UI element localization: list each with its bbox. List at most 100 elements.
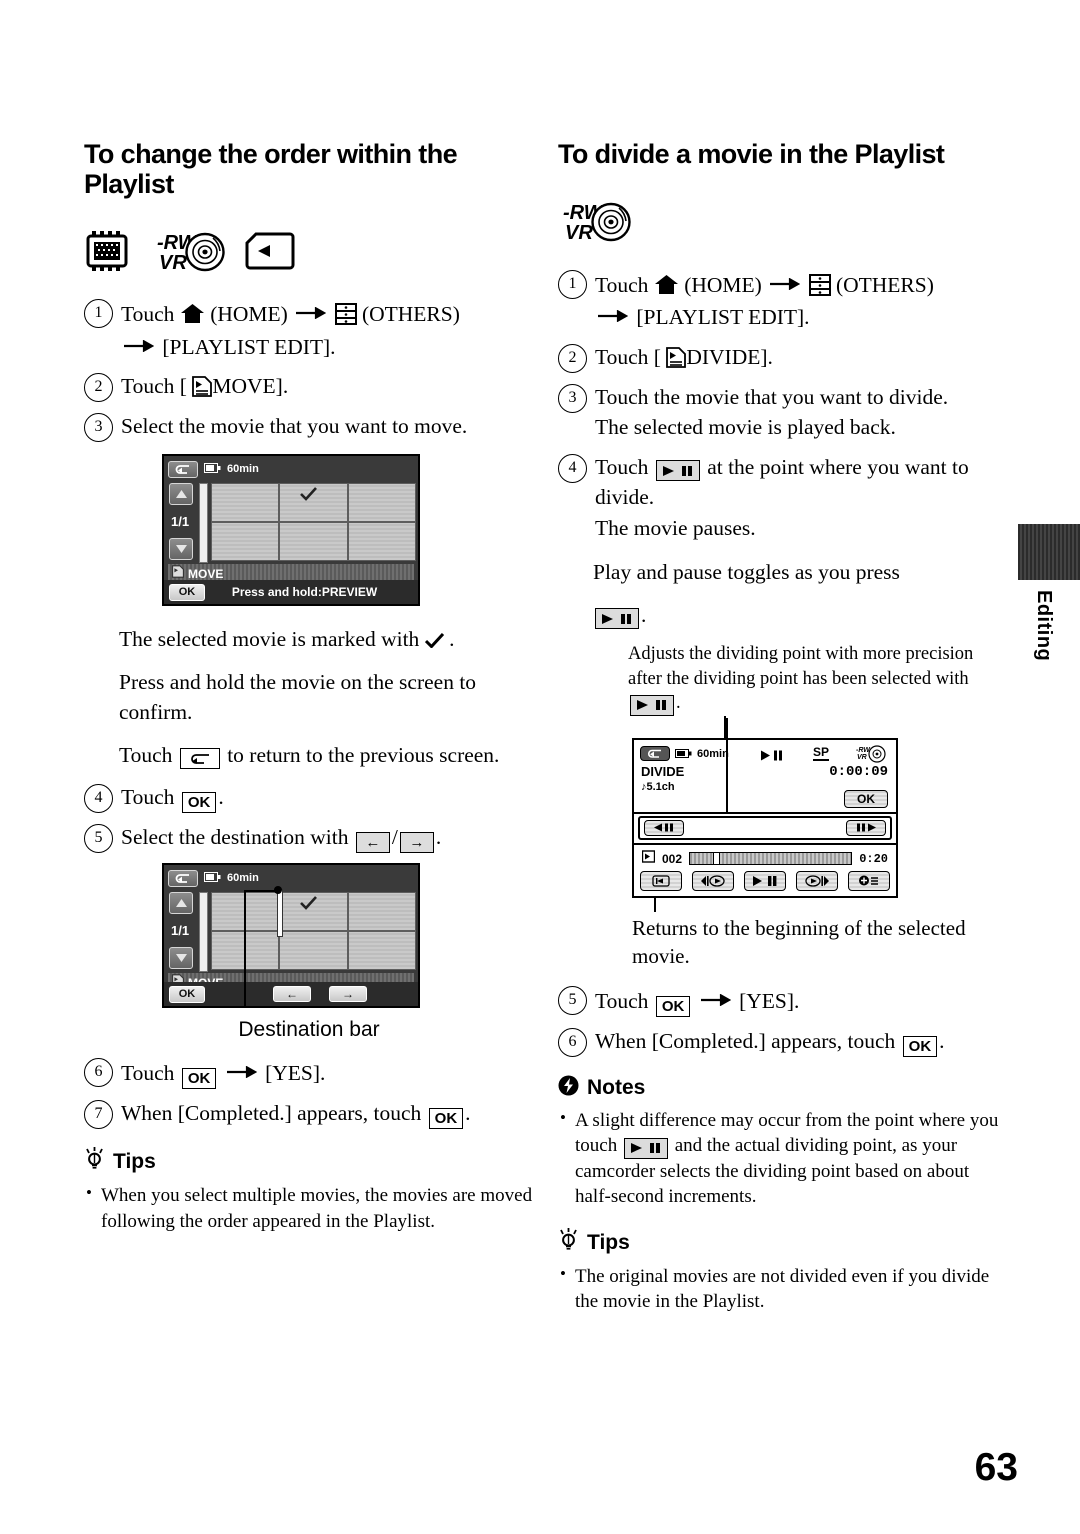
home-icon [654, 273, 684, 297]
dvd-rw-vr-icon: -RW VR [152, 227, 226, 280]
step-number: 5 [558, 985, 587, 1015]
others-icon [808, 273, 836, 297]
svg-text:VR: VR [565, 222, 593, 244]
divide-button-label: DIVIDE [686, 344, 761, 369]
press-hold-para: Press and hold the movie on the screen t… [119, 669, 477, 725]
checkmark-icon [300, 487, 318, 506]
step-number: 2 [558, 343, 587, 373]
timecode: 0:00:09 [829, 763, 888, 780]
return-arrow-icon[interactable] [640, 746, 670, 762]
battery-icon [204, 869, 221, 887]
audio-mode: ♪5.1ch [641, 780, 675, 793]
playlist-doc-icon [187, 374, 213, 398]
frame-forward-button[interactable] [846, 819, 886, 836]
frame-back-button[interactable] [644, 819, 684, 836]
step-5: 5 Select the destination with ← / →. [84, 822, 534, 854]
thumbnail-cell-selected[interactable] [279, 892, 348, 932]
list-item: The original movies are not divided even… [558, 1263, 1008, 1315]
thumbnail-cell[interactable] [347, 522, 416, 562]
move-right-button[interactable]: → [329, 986, 367, 1003]
left-steps-2: 4 Touch OK. 5 Select the destination wit… [84, 782, 534, 854]
ok-key[interactable]: OK [902, 1035, 938, 1057]
thumbnail-cell[interactable] [279, 931, 348, 971]
step-4: 4 Touch at the point where you want to d… [558, 452, 1008, 544]
thumbnail-cell[interactable] [279, 522, 348, 562]
ok-key[interactable]: OK [181, 1068, 217, 1090]
thumbnail-cell[interactable] [211, 483, 280, 523]
play-pause-key[interactable] [595, 608, 639, 630]
move-left-button[interactable]: ← [273, 986, 311, 1003]
previous-button[interactable] [692, 870, 734, 891]
right-steps-2: 5 Touch OK [YES]. 6 When [Completed.] ap… [558, 984, 1008, 1057]
thumbnail-cell[interactable] [347, 892, 416, 932]
duration: 0:20 [859, 851, 888, 866]
home-label: (HOME) [210, 302, 288, 327]
scroll-down-icon[interactable] [169, 947, 193, 970]
step-6: 6 When [Completed.] appears, touch OK. [558, 1026, 1008, 1057]
scrollbar[interactable] [199, 892, 208, 973]
ok-key[interactable]: OK [181, 792, 217, 814]
clip-number: 002 [662, 851, 683, 866]
play-pause-key[interactable] [623, 1137, 668, 1159]
touch-return-para: Touch to return to the previous screen. [84, 740, 534, 771]
play-pause-key[interactable] [630, 694, 674, 716]
memory-card-icon [244, 231, 296, 276]
page-indicator: 1/1 [171, 923, 190, 939]
ok-key[interactable]: OK [655, 995, 691, 1017]
thumbnail-cell-selected[interactable] [279, 483, 348, 523]
ok-button[interactable]: OK [169, 985, 205, 1003]
lcd-screen-divide: 60min DIVIDE ♪5.1ch SP -RW VR 0:00:09 OK [632, 717, 898, 898]
divide-title: DIVIDE [641, 763, 685, 779]
return-key[interactable] [179, 748, 220, 770]
return-arrow-icon[interactable] [168, 869, 198, 887]
thumbnail-cell[interactable] [347, 483, 416, 523]
move-button-label: MOVE [212, 374, 276, 399]
selected-marked-para: The selected movie is marked with . [119, 627, 455, 652]
step-number: 6 [84, 1058, 113, 1088]
checkmark-icon [300, 896, 318, 915]
thumbnail-cell[interactable] [347, 931, 416, 971]
battery-time: 60min [227, 463, 259, 476]
volume-button[interactable] [848, 870, 890, 891]
return-to-start-button[interactable] [640, 870, 682, 891]
play-pause-key[interactable] [655, 460, 700, 482]
right-tips-list: The original movies are not divided even… [558, 1263, 1008, 1315]
step-3: 3 Touch the movie that you want to divid… [558, 382, 1008, 443]
arrow-right-icon [226, 1056, 257, 1087]
right-notes-list: A slight difference may occur from the p… [558, 1107, 1008, 1210]
arrow-right-icon [700, 984, 731, 1015]
step-2: 2 Touch [ DIVIDE]. [558, 342, 1008, 373]
return-arrow-icon[interactable] [168, 460, 198, 478]
bottom-bar: OK Press and hold:PREVIEW [164, 580, 418, 605]
step-number: 1 [84, 299, 113, 329]
next-button[interactable] [796, 870, 838, 891]
step-number: 7 [84, 1100, 113, 1130]
battery-icon [204, 460, 221, 478]
list-item: A slight difference may occur from the p… [558, 1107, 1008, 1210]
scroll-down-icon[interactable] [169, 538, 193, 561]
step-number: 2 [84, 373, 113, 403]
ok-key[interactable]: OK [428, 1108, 464, 1130]
battery-time: 60min [697, 747, 729, 760]
destination-bar-caption: Destination bar [238, 1018, 380, 1042]
progress-bar[interactable] [689, 852, 853, 866]
thumbnail-cell[interactable] [211, 522, 280, 562]
scrollbar[interactable] [199, 483, 208, 564]
ok-button[interactable]: OK [844, 789, 888, 808]
play-pause-icon [760, 748, 784, 766]
scroll-up-icon[interactable] [169, 892, 193, 915]
ok-button[interactable]: OK [169, 583, 205, 601]
memory-chip-icon [84, 229, 134, 278]
play-pause-button[interactable] [744, 870, 786, 891]
list-item: When you select multiple movies, the mov… [84, 1182, 534, 1234]
right-arrow-key[interactable]: → [399, 832, 434, 854]
preview-hint: Press and hold:PREVIEW [231, 585, 378, 600]
progress-marker [712, 853, 720, 865]
home-label: (HOME) [684, 272, 762, 297]
svg-text:VR: VR [857, 754, 867, 761]
scroll-up-icon[interactable] [169, 483, 193, 506]
toggle-paragraph: Play and pause toggles as you press [593, 560, 900, 585]
step-2: 2 Touch [ MOVE]. [84, 371, 534, 403]
left-arrow-key[interactable]: ← [355, 832, 390, 854]
step-number: 5 [84, 824, 113, 854]
